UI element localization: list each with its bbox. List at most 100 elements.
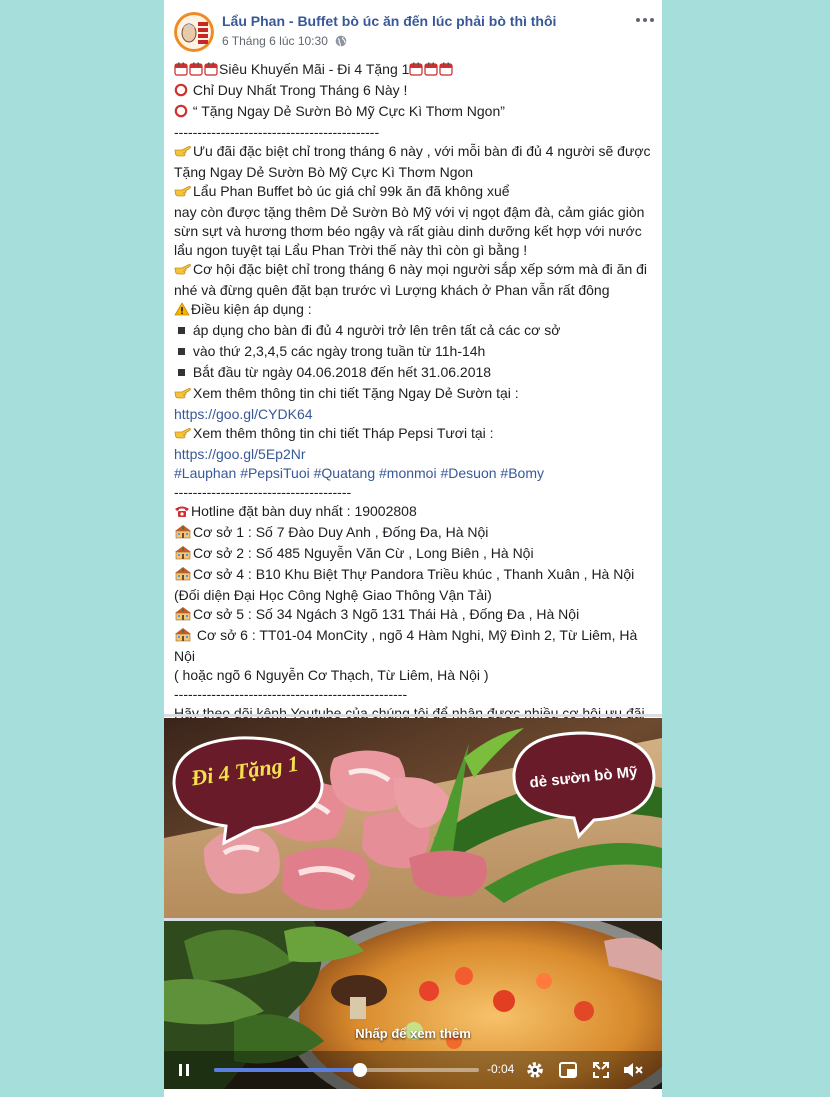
post-text-segment: Cơ sở 5 : Số 34 Ngách 3 Ngõ 131 Thái Hà …	[193, 606, 580, 622]
video-overlay-label[interactable]: Nhấp để xem thêm	[164, 1026, 662, 1041]
hashtag-link[interactable]: #Quatang	[314, 465, 376, 481]
post-text-segment: Chỉ Duy Nhất Trong Tháng 6 Này !	[189, 82, 408, 98]
post-text-line: Bắt đầu từ ngày 04.06.2018 đến hết 31.06…	[174, 363, 656, 384]
pointing-hand-icon	[174, 386, 192, 405]
post-text-segment: Cơ sở 2 : Số 485 Nguyễn Văn Cừ , Long Bi…	[193, 545, 534, 561]
calendar-icon	[409, 62, 424, 81]
post-text-line: ----------------------------------------…	[174, 685, 656, 704]
post-text-line: Cơ sở 5 : Số 34 Ngách 3 Ngõ 131 Thái Hà …	[174, 605, 656, 626]
post-text-line: Cơ sở 2 : Số 485 Nguyễn Văn Cừ , Long Bi…	[174, 544, 656, 565]
post-text-line: Cơ hội đặc biệt chỉ trong tháng 6 này mọ…	[174, 260, 656, 281]
post-text-segment: lẩu ngon tuyệt tại Lẩu Phan Trời thế này…	[174, 242, 528, 258]
post-text-segment: Cơ hội đặc biệt chỉ trong tháng 6 này mọ…	[193, 261, 648, 277]
calendar-icon	[174, 62, 188, 81]
post-image-ribs[interactable]: Đi 4 Tặng 1 dẻ sườn bò Mỹ	[164, 718, 662, 918]
post-text-line: https://goo.gl/CYDK64	[174, 405, 656, 424]
post-text-line: ----------------------------------------…	[174, 123, 656, 142]
fullscreen-icon[interactable]	[591, 1060, 611, 1080]
post-timestamp-text[interactable]: 6 Tháng 6 lúc 10:30	[222, 34, 328, 48]
post-text-segment: Hotline đặt bàn duy nhất : 19002808	[191, 503, 417, 519]
bullet-square-icon	[174, 323, 188, 342]
calendar-icon	[439, 62, 454, 81]
picture-in-picture-icon[interactable]	[558, 1060, 578, 1080]
hashtag-link[interactable]: #Bomy	[500, 465, 544, 481]
hashtag-link[interactable]: #PepsiTuoi	[240, 465, 310, 481]
post-text-line: Cơ sở 6 : TT01-04 MonCity , ngõ 4 Hàm Ng…	[174, 626, 656, 647]
post-text-line: Lẩu Phan Buffet bò úc giá chỉ 99k ăn đã …	[174, 182, 656, 203]
post-text-segment: ----------------------------------------…	[174, 686, 408, 702]
video-time-remaining: -0:04	[487, 1062, 515, 1076]
post-text-segment: Điều kiện áp dụng :	[191, 301, 312, 317]
post-text-segment: Cơ sở 4 : B10 Khu Biệt Thự Pandora Triều…	[193, 566, 635, 582]
post-text-segment: “ Tặng Ngay Dẻ Sườn Bò Mỹ Cực Kì Thơm Ng…	[189, 103, 505, 119]
post-text-line: Tặng Ngay Dẻ Sườn Bò Mỹ Cực Kì Thơm Ngon	[174, 163, 656, 182]
telephone-icon	[174, 504, 190, 523]
post-text-segment: Cơ sở 6 : TT01-04 MonCity , ngõ 4 Hàm Ng…	[193, 627, 638, 643]
post-text-line: #Lauphan #PepsiTuoi #Quatang #monmoi #De…	[174, 464, 656, 483]
pause-icon[interactable]	[176, 1060, 192, 1080]
calendar-icon	[424, 62, 439, 81]
red-circle-icon	[174, 104, 188, 123]
post-text-line: Siêu Khuyến Mãi - Đi 4 Tặng 1	[174, 60, 656, 81]
post-text-line: Điều kiện áp dụng :	[174, 300, 656, 321]
post-text-segment: ----------------------------------------…	[174, 124, 380, 140]
hashtag-link[interactable]: #monmoi	[379, 465, 437, 481]
post-text-segment: (Đối diện Đại Học Công Nghệ Giao Thông V…	[174, 587, 492, 603]
post-link[interactable]: https://goo.gl/CYDK64	[174, 406, 313, 422]
post-card: Lẩu Phan - Buffet bò úc ăn đến lúc phải …	[164, 0, 662, 1097]
pointing-hand-icon	[174, 184, 192, 203]
more-options-icon[interactable]	[634, 12, 656, 28]
post-link[interactable]: https://goo.gl/5Ep2Nr	[174, 446, 306, 462]
post-text-segment: sừn sựt và hương thơm béo ngậy và rất gi…	[174, 223, 642, 239]
globe-icon	[335, 35, 347, 47]
post-text-segment: Lẩu Phan Buffet bò úc giá chỉ 99k ăn đã …	[193, 183, 510, 199]
warning-icon	[174, 302, 190, 321]
house-icon	[174, 566, 192, 586]
post-text-line: Chỉ Duy Nhất Trong Tháng 6 Này !	[174, 81, 656, 102]
post-text-segment: ( hoặc ngõ 6 Nguyễn Cơ Thạch, Từ Liêm, H…	[174, 667, 489, 683]
post-text-segment: Tặng Ngay Dẻ Sườn Bò Mỹ Cực Kì Thơm Ngon	[174, 164, 474, 180]
mute-icon[interactable]	[622, 1060, 644, 1080]
house-icon	[174, 524, 192, 544]
post-text-segment: nhé và đừng quên đặt bạn trước vì Lượng …	[174, 282, 610, 298]
post-text-line: Nội	[174, 647, 656, 666]
post-text-segment: vào thứ 2,3,4,5 các ngày trong tuần từ 1…	[189, 343, 486, 359]
post-text-line: “ Tặng Ngay Dẻ Sườn Bò Mỹ Cực Kì Thơm Ng…	[174, 102, 656, 123]
post-text-line: Hotline đặt bàn duy nhất : 19002808	[174, 502, 656, 523]
post-message: Siêu Khuyến Mãi - Đi 4 Tặng 1 Chỉ Duy Nh…	[174, 60, 656, 742]
post-text-line: Ưu đãi đặc biệt chỉ trong tháng 6 này , …	[174, 142, 656, 163]
post-text-line: nay còn được tặng thêm Dẻ Sườn Bò Mỹ với…	[174, 203, 656, 222]
post-text-line: áp dụng cho bàn đi đủ 4 người trở lên tr…	[174, 321, 656, 342]
settings-gear-icon[interactable]	[525, 1060, 545, 1080]
house-icon	[174, 627, 192, 647]
post-text-segment: Bắt đầu từ ngày 04.06.2018 đến hết 31.06…	[189, 364, 492, 380]
post-text-line: (Đối diện Đại Học Công Nghệ Giao Thông V…	[174, 586, 656, 605]
post-text-segment: --------------------------------------	[174, 484, 352, 500]
bullet-square-icon	[174, 365, 188, 384]
video-progress-handle[interactable]	[352, 1063, 367, 1077]
post-text-line: --------------------------------------	[174, 483, 656, 502]
post-text-segment: Xem thêm thông tin chi tiết Tặng Ngay Dẻ…	[193, 385, 519, 401]
post-text-segment: Cơ sở 1 : Số 7 Đào Duy Anh , Đống Đa, Hà…	[193, 524, 489, 540]
video-progress-bar[interactable]	[214, 1063, 479, 1077]
hashtag-link[interactable]: #Desuon	[440, 465, 496, 481]
page-avatar[interactable]	[174, 12, 214, 52]
video-progress-fill	[214, 1068, 360, 1072]
hashtag-link[interactable]: #Lauphan	[174, 465, 236, 481]
post-text-line: https://goo.gl/5Ep2Nr	[174, 445, 656, 464]
page-name-link[interactable]: Lẩu Phan - Buffet bò úc ăn đến lúc phải …	[222, 13, 556, 29]
house-icon	[174, 545, 192, 565]
post-text-segment: áp dụng cho bàn đi đủ 4 người trở lên tr…	[189, 322, 561, 338]
post-text-line: Xem thêm thông tin chi tiết Tháp Pepsi T…	[174, 424, 656, 445]
pointing-hand-icon	[174, 144, 192, 163]
media-divider	[164, 714, 662, 717]
post-timestamp[interactable]: 6 Tháng 6 lúc 10:30	[222, 34, 347, 48]
post-video-hotpot[interactable]: Nhấp để xem thêm -0:04	[164, 921, 662, 1089]
post-text-line: Xem thêm thông tin chi tiết Tặng Ngay Dẻ…	[174, 384, 656, 405]
calendar-icon	[204, 62, 218, 81]
calendar-icon	[189, 62, 203, 81]
post-text-line: nhé và đừng quên đặt bạn trước vì Lượng …	[174, 281, 656, 300]
house-icon	[174, 606, 192, 626]
post-text-line: ( hoặc ngõ 6 Nguyễn Cơ Thạch, Từ Liêm, H…	[174, 666, 656, 685]
post-text-segment: nay còn được tặng thêm Dẻ Sườn Bò Mỹ với…	[174, 204, 645, 220]
